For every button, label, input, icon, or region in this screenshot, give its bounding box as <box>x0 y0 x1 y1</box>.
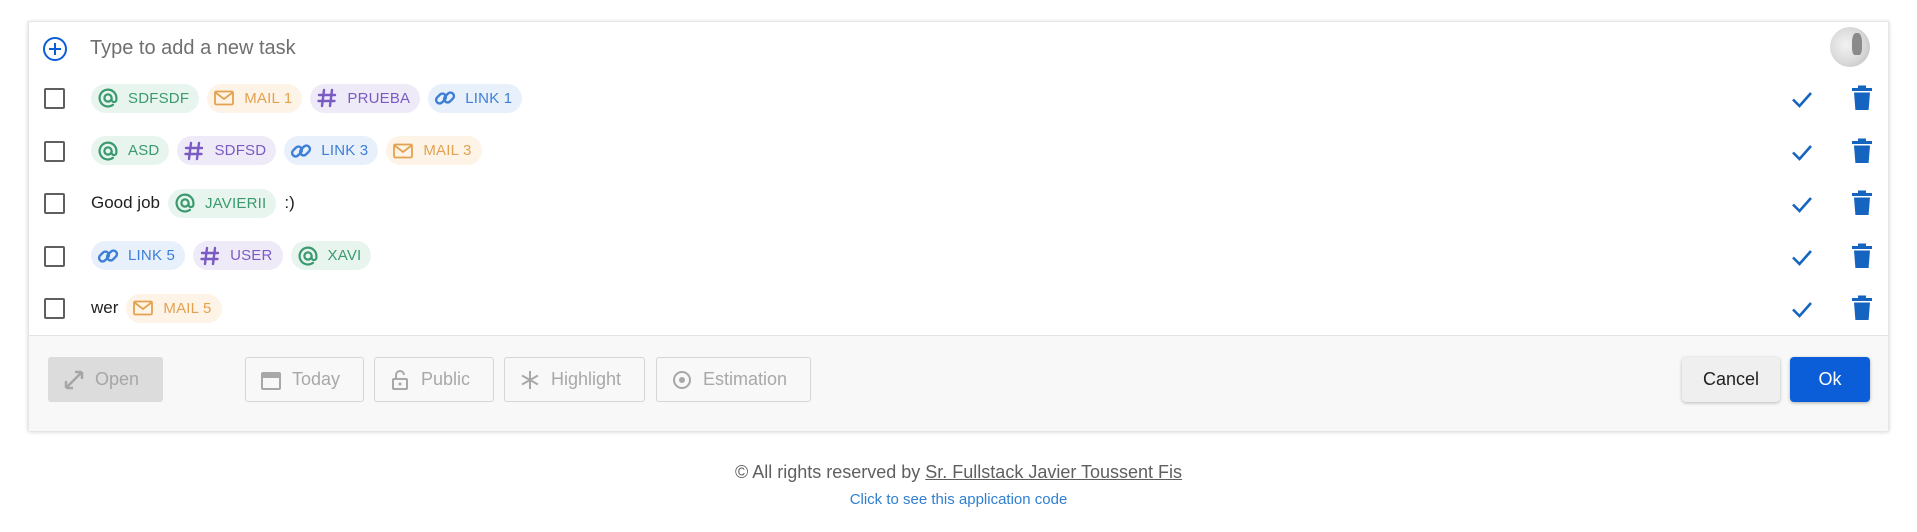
chip-label: LINK 3 <box>321 142 369 160</box>
check-icon[interactable] <box>1789 139 1815 165</box>
link-chip[interactable]: LINK 5 <box>91 241 186 271</box>
chip-label: MAIL 3 <box>423 142 472 160</box>
check-icon[interactable] <box>1789 244 1815 270</box>
mail-icon <box>133 300 154 316</box>
highlight-button[interactable]: Highlight <box>504 357 645 402</box>
estimation-button[interactable]: Estimation <box>656 357 811 402</box>
task-checkbox[interactable] <box>44 298 65 319</box>
task-list: SDFSDF MAIL 1 PRUEBA LINK 1 ASD SDFSD LINK 3 MA… <box>29 72 1888 335</box>
new-task-row <box>29 22 1888 72</box>
tag-chip[interactable]: SDFSD <box>177 136 277 166</box>
avatar[interactable] <box>1830 27 1870 67</box>
source-code-link[interactable]: Click to see this application code <box>0 491 1917 508</box>
task-checkbox[interactable] <box>44 193 65 214</box>
at-icon <box>98 141 118 161</box>
chip-label: ASD <box>128 142 160 160</box>
hash-icon <box>184 141 204 160</box>
chip-label: SDFSD <box>214 142 267 160</box>
hash-icon <box>200 246 220 265</box>
task-row: LINK 5 USER XAVI <box>29 230 1888 283</box>
tag-chip[interactable]: USER <box>193 241 283 271</box>
mention-chip[interactable]: XAVI <box>290 241 372 271</box>
mail-icon <box>393 143 414 159</box>
task-content: Good job JAVIERII:) <box>91 177 295 230</box>
link-chip[interactable]: LINK 3 <box>284 136 379 166</box>
today-label: Today <box>292 369 341 389</box>
tag-chip[interactable]: PRUEBA <box>310 83 421 113</box>
mention-chip[interactable]: JAVIERII <box>168 188 277 218</box>
ok-button[interactable]: Ok <box>1790 357 1870 402</box>
chip-label: SDFSDF <box>128 89 190 107</box>
link-icon <box>435 91 456 105</box>
task-text: wer <box>91 298 119 318</box>
chip-label: XAVI <box>327 247 362 265</box>
chip-label: LINK 5 <box>128 247 176 265</box>
chip-label: JAVIERII <box>205 194 267 212</box>
task-content: LINK 5 USER XAVI <box>91 230 372 283</box>
at-icon <box>298 246 318 266</box>
task-content: wer MAIL 5 <box>91 282 222 335</box>
highlight-label: Highlight <box>551 369 622 389</box>
plus-circle-icon[interactable] <box>42 36 68 62</box>
task-checkbox[interactable] <box>44 245 65 267</box>
today-button[interactable]: Today <box>245 357 364 402</box>
mail-icon <box>214 90 235 106</box>
snowflake-icon <box>521 370 539 389</box>
mail-chip[interactable]: MAIL 3 <box>386 136 482 166</box>
task-checkbox[interactable] <box>44 88 65 109</box>
task-row: SDFSDF MAIL 1 PRUEBA LINK 1 <box>29 72 1888 125</box>
chip-label: USER <box>230 247 273 265</box>
estimation-label: Estimation <box>703 369 788 389</box>
check-icon[interactable] <box>1789 191 1815 217</box>
copyright-notice: © All rights reserved by Sr. Fullstack J… <box>0 462 1917 483</box>
chip-label: PRUEBA <box>347 89 411 107</box>
task-text: Good job <box>91 193 160 213</box>
mention-chip[interactable]: ASD <box>91 136 170 166</box>
chip-label: MAIL 1 <box>244 89 293 107</box>
copyright-prefix: © All rights reserved by <box>734 462 921 482</box>
task-text: :) <box>284 193 295 213</box>
open-button-label: Open <box>95 369 140 389</box>
trash-icon[interactable] <box>1850 138 1874 164</box>
expand-icon <box>64 370 84 389</box>
public-button[interactable]: Public <box>374 357 494 402</box>
target-icon <box>673 370 691 389</box>
check-icon[interactable] <box>1789 296 1815 322</box>
link-chip[interactable]: LINK 1 <box>428 83 523 113</box>
check-icon[interactable] <box>1789 86 1815 112</box>
hash-icon <box>317 89 337 108</box>
new-task-input[interactable] <box>90 34 1590 62</box>
mention-chip[interactable]: SDFSDF <box>91 83 200 113</box>
link-icon <box>97 249 119 263</box>
editor-toolbar: Open Today Public Highlight Estimation C… <box>29 335 1888 431</box>
public-label: Public <box>421 369 471 389</box>
trash-icon[interactable] <box>1850 295 1874 321</box>
link-icon <box>291 144 312 158</box>
task-content: SDFSDF MAIL 1 PRUEBA LINK 1 <box>91 72 523 125</box>
trash-icon[interactable] <box>1850 243 1874 269</box>
open-button[interactable]: Open <box>48 357 163 402</box>
trash-icon[interactable] <box>1850 85 1874 111</box>
task-checkbox[interactable] <box>44 140 65 162</box>
chip-label: MAIL 5 <box>163 299 212 317</box>
trash-icon[interactable] <box>1850 190 1874 216</box>
cancel-button[interactable]: Cancel <box>1682 357 1780 402</box>
task-row: wer MAIL 5 <box>29 282 1888 335</box>
at-icon <box>175 193 195 213</box>
author-link[interactable]: Sr. Fullstack Javier Toussent Fis <box>925 462 1182 482</box>
chip-label: LINK 1 <box>465 89 513 107</box>
task-content: ASD SDFSD LINK 3 MAIL 3 <box>91 125 482 178</box>
at-icon <box>98 88 118 108</box>
lock-open-icon <box>392 369 408 390</box>
task-row: ASD SDFSD LINK 3 MAIL 3 <box>29 125 1888 178</box>
mail-chip[interactable]: MAIL 1 <box>207 83 303 113</box>
task-row: Good job JAVIERII:) <box>29 177 1888 230</box>
task-editor-card: SDFSDF MAIL 1 PRUEBA LINK 1 ASD SDFSD LINK 3 MA… <box>28 21 1889 431</box>
mail-chip[interactable]: MAIL 5 <box>126 293 222 323</box>
calendar-icon <box>261 371 281 390</box>
